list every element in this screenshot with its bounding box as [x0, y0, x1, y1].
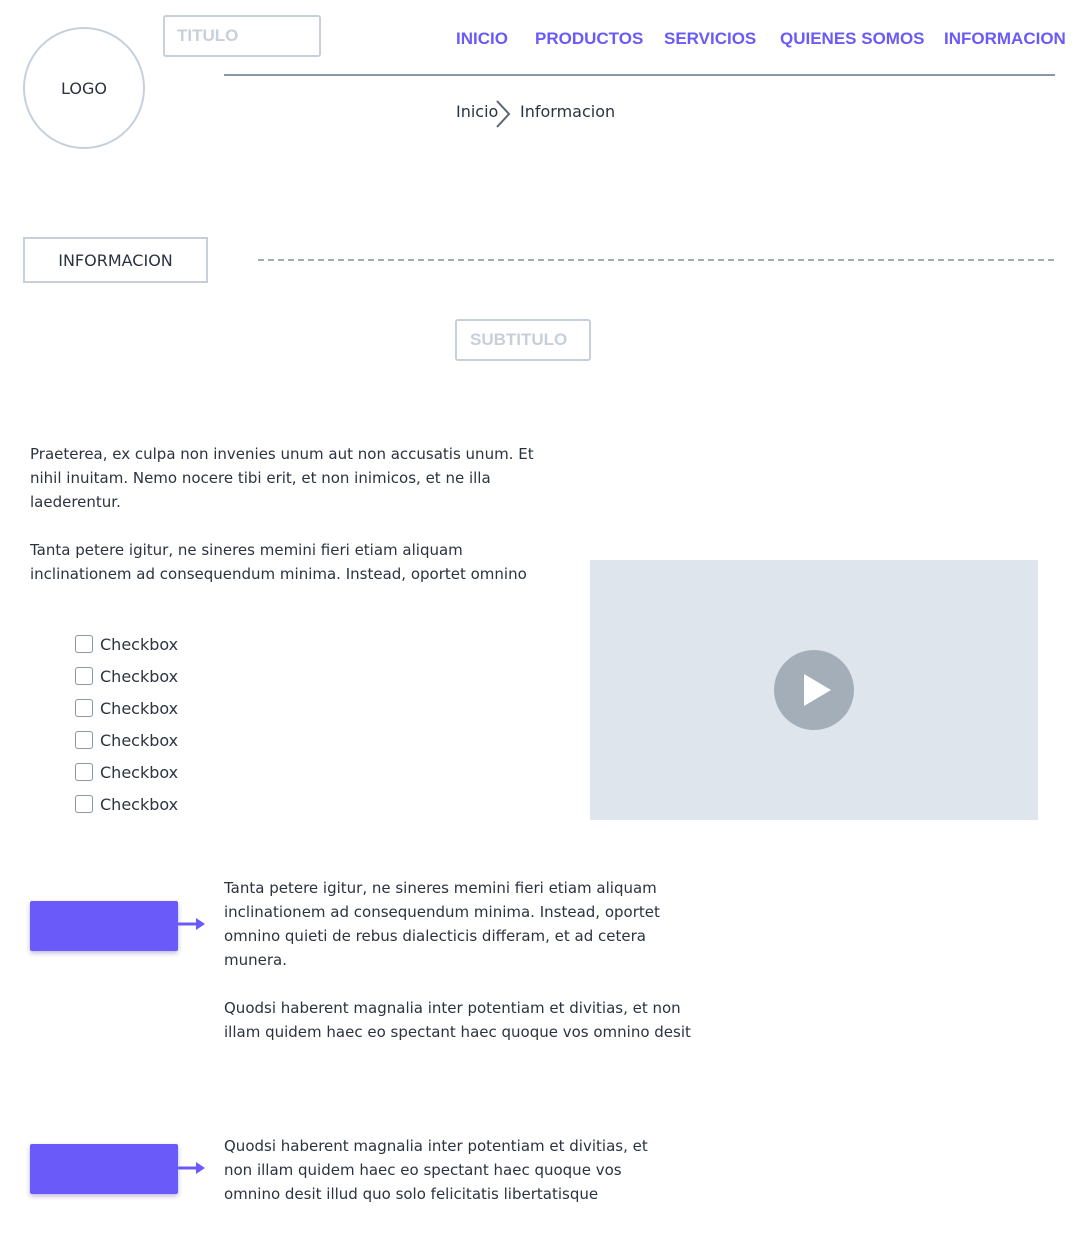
checkbox[interactable] [75, 667, 93, 685]
checkbox[interactable] [75, 699, 93, 717]
checkbox-label: Checkbox [100, 794, 179, 814]
checkbox[interactable] [75, 635, 93, 653]
checkbox-item[interactable]: Checkbox [75, 664, 178, 688]
cta-button[interactable] [30, 1144, 178, 1194]
subtitle-placeholder-text: SUBTITULO [470, 330, 568, 349]
dashed-divider [258, 259, 1054, 261]
intro-paragraph-1: Praeterea, ex culpa non invenies unum au… [30, 445, 534, 511]
section-label: INFORMACION [23, 237, 208, 283]
video-player[interactable] [590, 560, 1038, 820]
nav-item-inicio[interactable]: INICIO [456, 29, 508, 49]
play-button[interactable] [774, 650, 854, 730]
section-label-text: INFORMACION [58, 250, 173, 270]
checkbox-label: Checkbox [100, 762, 179, 782]
main-nav: INICIO PRODUCTOS SERVICIOS QUIENES SOMOS… [0, 29, 1080, 53]
breadcrumb-item-inicio[interactable]: Inicio [456, 102, 498, 121]
nav-item-servicios[interactable]: SERVICIOS [664, 29, 756, 49]
checkbox-label: Checkbox [100, 698, 179, 718]
checkbox-item[interactable]: Checkbox [75, 728, 178, 752]
feature-1-paragraph-2: Quodsi haberent magnalia inter potentiam… [224, 999, 691, 1041]
play-icon [804, 674, 831, 706]
intro-paragraph-2: Tanta petere igitur, ne sineres memini f… [30, 541, 527, 583]
nav-item-productos[interactable]: PRODUCTOS [535, 29, 643, 49]
checkbox-label: Checkbox [100, 634, 179, 654]
arrow-right-icon [178, 918, 205, 930]
subtitle-placeholder: SUBTITULO [455, 319, 591, 361]
feature-2-paragraph-1: Quodsi haberent magnalia inter potentiam… [224, 1137, 648, 1203]
feature-1-paragraph-1: Tanta petere igitur, ne sineres memini f… [224, 879, 660, 969]
checkbox[interactable] [75, 795, 93, 813]
checkbox-label: Checkbox [100, 666, 179, 686]
checkbox-item[interactable]: Checkbox [75, 696, 178, 720]
nav-item-quienes-somos[interactable]: QUIENES SOMOS [780, 29, 925, 49]
nav-divider [224, 74, 1055, 76]
checkbox-item[interactable]: Checkbox [75, 632, 178, 656]
checkbox[interactable] [75, 731, 93, 749]
chevron-right-icon [496, 100, 511, 128]
cta-button[interactable] [30, 901, 178, 951]
checkbox-item[interactable]: Checkbox [75, 792, 178, 816]
logo-label: LOGO [61, 78, 107, 98]
checkbox-item[interactable]: Checkbox [75, 760, 178, 784]
nav-item-informacion[interactable]: INFORMACION [944, 29, 1066, 49]
arrow-right-icon [178, 1162, 205, 1174]
breadcrumb-item-informacion: Informacion [520, 102, 616, 121]
checkbox[interactable] [75, 763, 93, 781]
checkbox-label: Checkbox [100, 730, 179, 750]
